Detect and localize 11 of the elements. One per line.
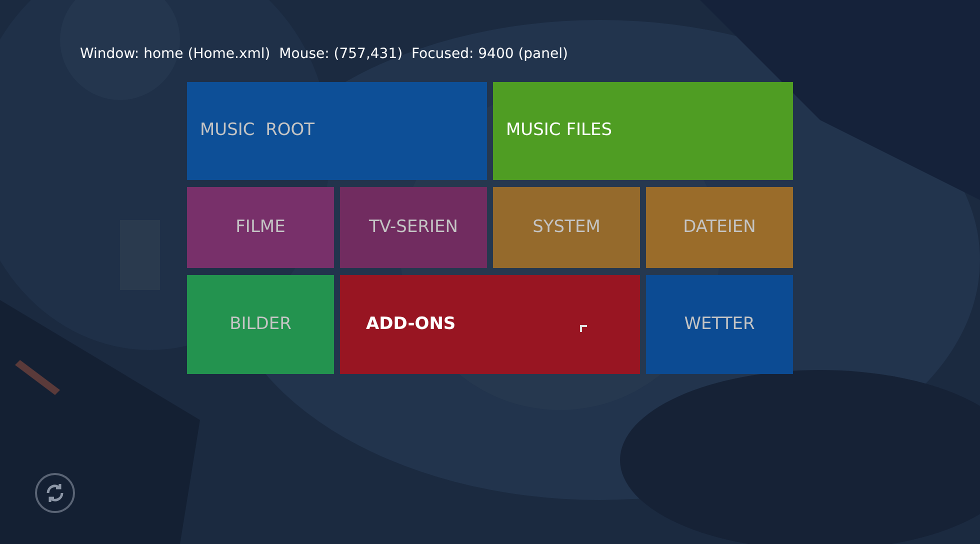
menu-tile[interactable]: TV-SERIEN xyxy=(340,187,487,268)
menu-tile[interactable]: DATEIEN xyxy=(646,187,793,268)
menu-tile[interactable]: MUSIC ROOT xyxy=(187,82,487,180)
refresh-icon[interactable] xyxy=(35,473,75,513)
menu-tile[interactable]: ADD-ONS xyxy=(340,275,640,374)
debug-info-text: Window: home (Home.xml) Mouse: (757,431) Focused: 9400 (panel) xyxy=(80,45,568,64)
menu-tile[interactable]: WETTER xyxy=(646,275,793,374)
menu-tile[interactable]: FILME xyxy=(187,187,334,268)
menu-tile[interactable]: SYSTEM xyxy=(493,187,640,268)
menu-tile[interactable]: MUSIC FILES xyxy=(493,82,793,180)
cursor-icon xyxy=(580,325,587,332)
